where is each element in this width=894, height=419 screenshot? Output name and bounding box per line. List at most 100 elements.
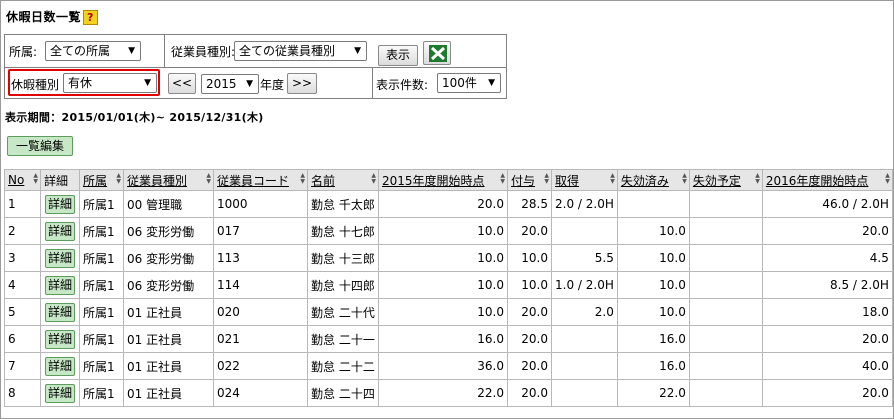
detail-button[interactable]: 詳細 xyxy=(45,248,75,268)
cell-taken xyxy=(551,325,618,353)
emp-type-select-value: 全ての従業員種別 xyxy=(239,44,336,58)
leave-days-table: No ▲ ▼ 詳細 所属 ▲ ▼ 従業員種別 ▲ ▼ 従業員コード ▲ ▼ 名前 ▲ ▼ 2015年度開始時点 ▲… xyxy=(4,169,893,407)
detail-button[interactable]: 詳細 xyxy=(45,383,75,403)
sort-icon[interactable]: ▲ ▼ xyxy=(500,173,505,185)
header-col-expired[interactable]: 失効済み ▲ ▼ xyxy=(616,169,690,191)
filter-panel: 所属: 全ての所属 ▼ 従業員種別: 全ての従業員種別 ▼ 表示 休暇種別 有休 ▼ … xyxy=(4,34,507,99)
cell-grant: 20.0 xyxy=(507,352,552,380)
year-select-value: 2015 xyxy=(206,77,237,91)
chevron-down-icon: ▼ xyxy=(128,46,135,56)
dept-select-value: 全ての所属 xyxy=(50,44,111,58)
cell-emp-type: 06 変形労働 xyxy=(123,271,214,299)
detail-button[interactable]: 詳細 xyxy=(45,356,75,376)
header-col-taken[interactable]: 取得 ▲ ▼ xyxy=(551,169,618,191)
header-col-emp-code[interactable]: 従業員コード ▲ ▼ xyxy=(213,169,308,191)
cell-next-balance: 40.0 xyxy=(761,352,893,380)
sort-icon[interactable]: ▲ ▼ xyxy=(682,173,687,185)
header-col-grant[interactable]: 付与 ▲ ▼ xyxy=(507,169,552,191)
divider xyxy=(5,67,506,68)
cell-start-balance: 10.0 xyxy=(378,217,508,245)
detail-button[interactable]: 詳細 xyxy=(45,302,75,322)
next-year-button[interactable]: >> xyxy=(287,73,317,94)
sort-icon[interactable]: ▲ ▼ xyxy=(206,173,211,185)
cell-dept: 所属1 xyxy=(79,271,124,299)
cell-expired: 22.0 xyxy=(616,379,690,407)
detail-button[interactable]: 詳細 xyxy=(45,221,75,241)
detail-button[interactable]: 詳細 xyxy=(45,194,75,214)
cell-to-expire xyxy=(688,190,763,218)
cell-emp-type: 06 変形労働 xyxy=(123,244,214,272)
year-select[interactable]: 2015 ▼ xyxy=(201,74,259,94)
cell-no: 4 xyxy=(4,271,41,299)
cell-expired: 16.0 xyxy=(616,325,690,353)
period-text: 表示期間：2015/01/01(木)~ 2015/12/31(木) xyxy=(5,111,264,124)
cell-emp-type: 01 正社員 xyxy=(123,379,214,407)
cell-taken: 1.0 / 2.0H xyxy=(551,271,618,299)
cell-next-balance: 20.0 xyxy=(761,379,893,407)
detail-button[interactable]: 詳細 xyxy=(45,329,75,349)
highlight-box xyxy=(8,69,160,96)
cell-to-expire xyxy=(688,352,763,380)
detail-button[interactable]: 詳細 xyxy=(45,275,75,295)
cell-no: 5 xyxy=(4,298,41,326)
sort-icon[interactable]: ▲ ▼ xyxy=(116,173,121,185)
cell-emp-code: 017 xyxy=(213,217,308,245)
cell-name: 勤怠 二十四 xyxy=(307,379,379,407)
sort-icon[interactable]: ▲ ▼ xyxy=(610,173,615,185)
cell-taken: 2.0 / 2.0H xyxy=(551,190,618,218)
cell-to-expire xyxy=(688,298,763,326)
bulk-edit-button[interactable]: 一覧編集 xyxy=(7,136,73,156)
header-col-next-balance[interactable]: 2016年度開始時点 ▲ ▼ xyxy=(761,169,893,191)
cell-detail: 詳細 xyxy=(40,244,80,272)
sort-icon[interactable]: ▲ ▼ xyxy=(885,173,890,185)
header-label: 失効予定 xyxy=(692,173,741,188)
excel-export-button[interactable] xyxy=(423,41,451,65)
cell-next-balance: 4.5 xyxy=(761,244,893,272)
cell-detail: 詳細 xyxy=(40,190,80,218)
cell-dept: 所属1 xyxy=(79,244,124,272)
header-label: 詳細 xyxy=(44,173,69,188)
table-row: 2 詳細 所属1 06 変形労働 017 勤怠 十七郎 10.0 20.0 10.0 20.0 xyxy=(4,217,893,245)
cell-grant: 20.0 xyxy=(507,298,552,326)
cell-detail: 詳細 xyxy=(40,379,80,407)
help-icon[interactable]: ? xyxy=(83,10,98,25)
cell-taken: 5.5 xyxy=(551,244,618,272)
show-button[interactable]: 表示 xyxy=(378,45,418,66)
cell-expired: 10.0 xyxy=(616,244,690,272)
cell-emp-code: 020 xyxy=(213,298,308,326)
dept-select[interactable]: 全ての所属 ▼ xyxy=(45,41,141,61)
cell-grant: 28.5 xyxy=(507,190,552,218)
header-col-to-expire[interactable]: 失効予定 ▲ ▼ xyxy=(688,169,763,191)
cell-next-balance: 20.0 xyxy=(761,325,893,353)
sort-icon[interactable]: ▲ ▼ xyxy=(371,173,376,185)
header-col-dept[interactable]: 所属 ▲ ▼ xyxy=(79,169,124,191)
prev-year-button[interactable]: << xyxy=(168,73,196,94)
cell-to-expire xyxy=(688,271,763,299)
page-size-select[interactable]: 100件 ▼ xyxy=(437,73,501,93)
table-row: 1 詳細 所属1 00 管理職 1000 勤怠 千太郎 20.0 28.5 2.0 / 2.0H… xyxy=(4,190,893,218)
cell-grant: 10.0 xyxy=(507,244,552,272)
header-label: 所属 xyxy=(83,173,108,188)
header-col-name[interactable]: 名前 ▲ ▼ xyxy=(307,169,379,191)
sort-icon[interactable]: ▲ ▼ xyxy=(300,173,305,185)
table-row: 7 詳細 所属1 01 正社員 022 勤怠 二十二 36.0 20.0 16.0 40.0 xyxy=(4,352,893,380)
cell-emp-code: 021 xyxy=(213,325,308,353)
sort-icon[interactable]: ▲ ▼ xyxy=(755,173,760,185)
cell-dept: 所属1 xyxy=(79,298,124,326)
cell-taken xyxy=(551,379,618,407)
sort-icon[interactable]: ▲ ▼ xyxy=(544,173,549,185)
cell-no: 7 xyxy=(4,352,41,380)
chevron-down-icon: ▼ xyxy=(246,79,253,89)
table-body: 1 詳細 所属1 00 管理職 1000 勤怠 千太郎 20.0 28.5 2.0 / 2.0H… xyxy=(4,190,893,407)
cell-start-balance: 22.0 xyxy=(378,379,508,407)
header-label: 2015年度開始時点 xyxy=(382,173,485,188)
sort-icon[interactable]: ▲ ▼ xyxy=(33,173,38,185)
cell-grant: 20.0 xyxy=(507,325,552,353)
header-col-emp-type[interactable]: 従業員種別 ▲ ▼ xyxy=(123,169,214,191)
header-label: 失効済み xyxy=(620,173,669,188)
cell-start-balance: 16.0 xyxy=(378,325,508,353)
emp-type-select[interactable]: 全ての従業員種別 ▼ xyxy=(234,41,367,61)
header-col-no[interactable]: No ▲ ▼ xyxy=(4,169,41,191)
header-col-start-balance[interactable]: 2015年度開始時点 ▲ ▼ xyxy=(378,169,508,191)
header-label: 2016年度開始時点 xyxy=(765,173,869,188)
